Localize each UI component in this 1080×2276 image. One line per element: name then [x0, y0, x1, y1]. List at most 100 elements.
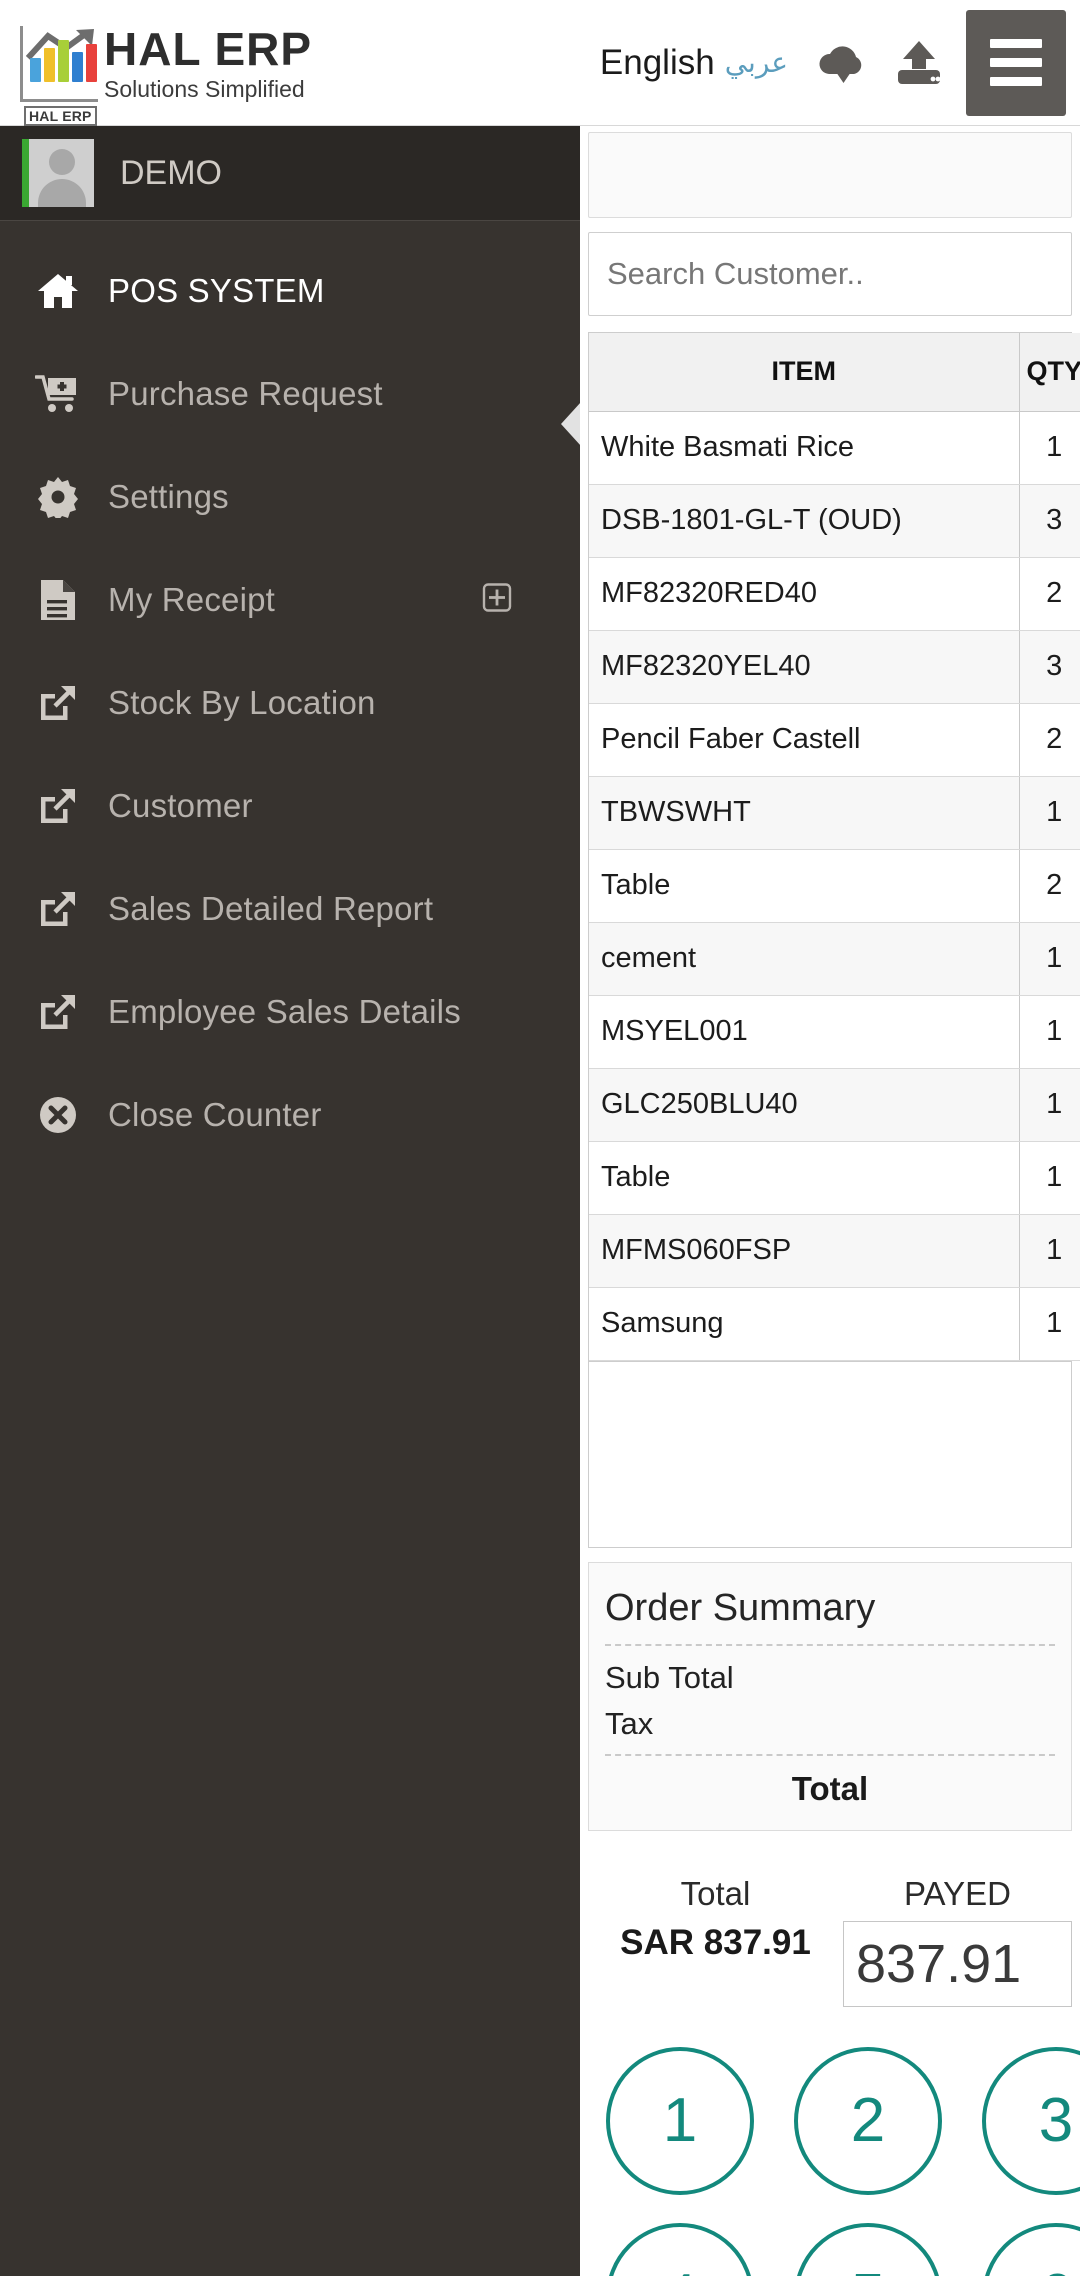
sidebar-item-label: Customer	[108, 786, 253, 824]
sidebar-item-settings[interactable]: Settings	[0, 445, 580, 548]
table-row[interactable]: DSB-1801-GL-T (OUD) 3	[589, 484, 1080, 558]
table-row[interactable]: Samsung 1	[589, 1287, 1080, 1361]
sidebar-item-pos-system[interactable]: POS SYSTEM	[0, 239, 580, 342]
brand-text: HAL ERP Solutions Simplified	[104, 22, 312, 102]
cell-item: White Basmati Rice	[589, 411, 1020, 485]
sidebar-item-customer[interactable]: Customer	[0, 754, 580, 857]
order-summary-title: Order Summary	[605, 1586, 876, 1629]
cell-qty: 1	[1019, 1068, 1080, 1142]
cell-qty: 1	[1019, 776, 1080, 850]
sidebar-item-label: POS SYSTEM	[108, 271, 325, 309]
cell-qty: 2	[1019, 849, 1080, 923]
keypad-key-4[interactable]: 4	[606, 2222, 754, 2276]
external-link-icon	[30, 682, 86, 724]
sidebar-item-sales-detailed-report[interactable]: Sales Detailed Report	[0, 857, 580, 960]
logo-axis-horizontal	[20, 98, 98, 102]
table-row[interactable]: Table 2	[589, 849, 1080, 923]
cell-qty: 1	[1019, 1214, 1080, 1288]
table-header-row: ITEM QTY	[589, 333, 1080, 412]
order-summary-card: Order Summary Sub Total Tax Total	[588, 1561, 1072, 1831]
brand-title: HAL ERP	[104, 22, 313, 75]
keypad-key-2[interactable]: 2	[794, 2046, 942, 2195]
sidebar-item-my-receipt[interactable]: My Receipt	[0, 548, 580, 651]
cell-qty: 3	[1019, 484, 1080, 558]
cell-qty: 1	[1019, 1141, 1080, 1215]
pos-main-panel: ITEM QTY White Basmati Rice1DSB-1801-GL-…	[580, 126, 1080, 2276]
keypad-key-6[interactable]: 6	[982, 2222, 1080, 2276]
home-icon	[30, 271, 86, 311]
sidebar-item-label: Employee Sales Details	[108, 992, 461, 1030]
search-customer-wrap	[588, 232, 1072, 316]
cell-qty: 2	[1019, 557, 1080, 631]
table-row[interactable]: Pencil Faber Castell 2	[589, 703, 1080, 777]
cell-item: TBWSWHT	[589, 776, 1020, 850]
sidebar-item-close-counter[interactable]: Close Counter	[0, 1063, 580, 1166]
cell-qty: 1	[1019, 411, 1080, 485]
search-customer-input[interactable]	[588, 232, 1072, 316]
top-header-bar: HAL ERP HAL ERP Solutions Simplified Eng…	[0, 0, 1080, 126]
sidebar-item-label: Stock By Location	[108, 683, 376, 721]
payment-paid-input[interactable]	[843, 1920, 1072, 2007]
sidebar-item-label: Sales Detailed Report	[108, 889, 434, 927]
summary-row-sub-total: Sub Total	[605, 1646, 1055, 1702]
brand-logo[interactable]: HAL ERP HAL ERP Solutions Simplified	[0, 22, 312, 126]
cell-item: MFMS060FSP	[589, 1214, 1020, 1288]
plus-square-icon[interactable]	[482, 582, 512, 617]
keypad-key-1[interactable]: 1	[606, 2046, 754, 2195]
cell-item: GLC250BLU40	[589, 1068, 1020, 1142]
sidebar-item-purchase-request[interactable]: Purchase Request	[0, 342, 580, 445]
sidebar-item-employee-sales-details[interactable]: Employee Sales Details	[0, 960, 580, 1063]
sidebar-item-label: Close Counter	[108, 1095, 322, 1133]
external-link-icon	[30, 888, 86, 930]
sub-total-label: Sub Total	[605, 1659, 734, 1695]
summary-row-tax: Tax	[605, 1702, 1055, 1754]
cell-item: Pencil Faber Castell	[589, 703, 1020, 777]
cart-items-table-container: ITEM QTY White Basmati Rice 1 DSB-1801-GL-…	[588, 332, 1080, 1362]
table-row[interactable]: Table 1	[589, 1141, 1080, 1215]
payment-bar: Total SAR 837.91 PAYED	[580, 1849, 1080, 2007]
cell-item: MF82320YEL40	[589, 630, 1020, 704]
cell-qty: 1	[1019, 995, 1080, 1069]
summary-total-label: Total	[791, 1769, 869, 1807]
language-arabic-link[interactable]: عربي	[725, 46, 788, 79]
keypad-key-3[interactable]: 3	[982, 2046, 1080, 2195]
table-row[interactable]: MFMS060FSP 1	[589, 1214, 1080, 1288]
sidebar: DEMO POS SYSTEM Purchase Request Setting…	[0, 126, 581, 2276]
table-row[interactable]: White Basmati Rice 1	[589, 411, 1080, 485]
cart-items-body: White Basmati Rice 1 DSB-1801-GL-T (OUD) 3 M…	[589, 411, 1080, 1361]
gear-icon	[30, 476, 86, 518]
cell-qty: 1	[1019, 1287, 1080, 1361]
brand-subtitle: Solutions Simplified	[104, 75, 305, 102]
profile-username: DEMO	[120, 153, 222, 192]
user-profile[interactable]: DEMO	[0, 126, 580, 221]
language-english-link[interactable]: English	[600, 43, 715, 83]
cell-item: Table	[589, 1141, 1020, 1215]
logo-axis-vertical	[20, 25, 23, 100]
cell-qty: 3	[1019, 630, 1080, 704]
menu-line-1	[990, 39, 1042, 48]
table-row[interactable]: MF82320YEL40 3	[589, 630, 1080, 704]
payment-total-label: Total	[680, 1874, 751, 1912]
table-row[interactable]: TBWSWHT 1	[589, 776, 1080, 850]
table-row[interactable]: MF82320RED40 2	[589, 557, 1080, 631]
table-row[interactable]: cement 1	[589, 922, 1080, 996]
cloud-download-icon[interactable]	[814, 34, 872, 92]
hamburger-menu-button[interactable]	[966, 9, 1066, 116]
sidebar-item-label: Purchase Request	[108, 374, 383, 412]
logo-badge: HAL ERP	[24, 105, 97, 126]
payment-total-block: Total SAR 837.91	[588, 1875, 843, 2007]
cloud-upload-icon[interactable]	[890, 34, 948, 92]
table-row[interactable]: MSYEL001 1	[589, 995, 1080, 1069]
cell-item: MSYEL001	[589, 995, 1020, 1069]
cell-item: cement	[589, 922, 1020, 996]
keypad-key-5[interactable]: 5	[794, 2222, 942, 2276]
cart-plus-icon	[30, 374, 86, 414]
sidebar-item-stock-by-location[interactable]: Stock By Location	[0, 651, 580, 754]
cart-items-table: ITEM QTY White Basmati Rice 1 DSB-1801-GL-…	[589, 333, 1080, 1361]
menu-line-3	[990, 77, 1042, 86]
payment-paid-block: PAYED	[843, 1875, 1072, 2007]
sidebar-nav: POS SYSTEM Purchase Request Settings My …	[0, 221, 581, 1166]
table-row[interactable]: GLC250BLU40 1	[589, 1068, 1080, 1142]
external-link-icon	[30, 785, 86, 827]
sidebar-item-label: My Receipt	[108, 580, 276, 618]
